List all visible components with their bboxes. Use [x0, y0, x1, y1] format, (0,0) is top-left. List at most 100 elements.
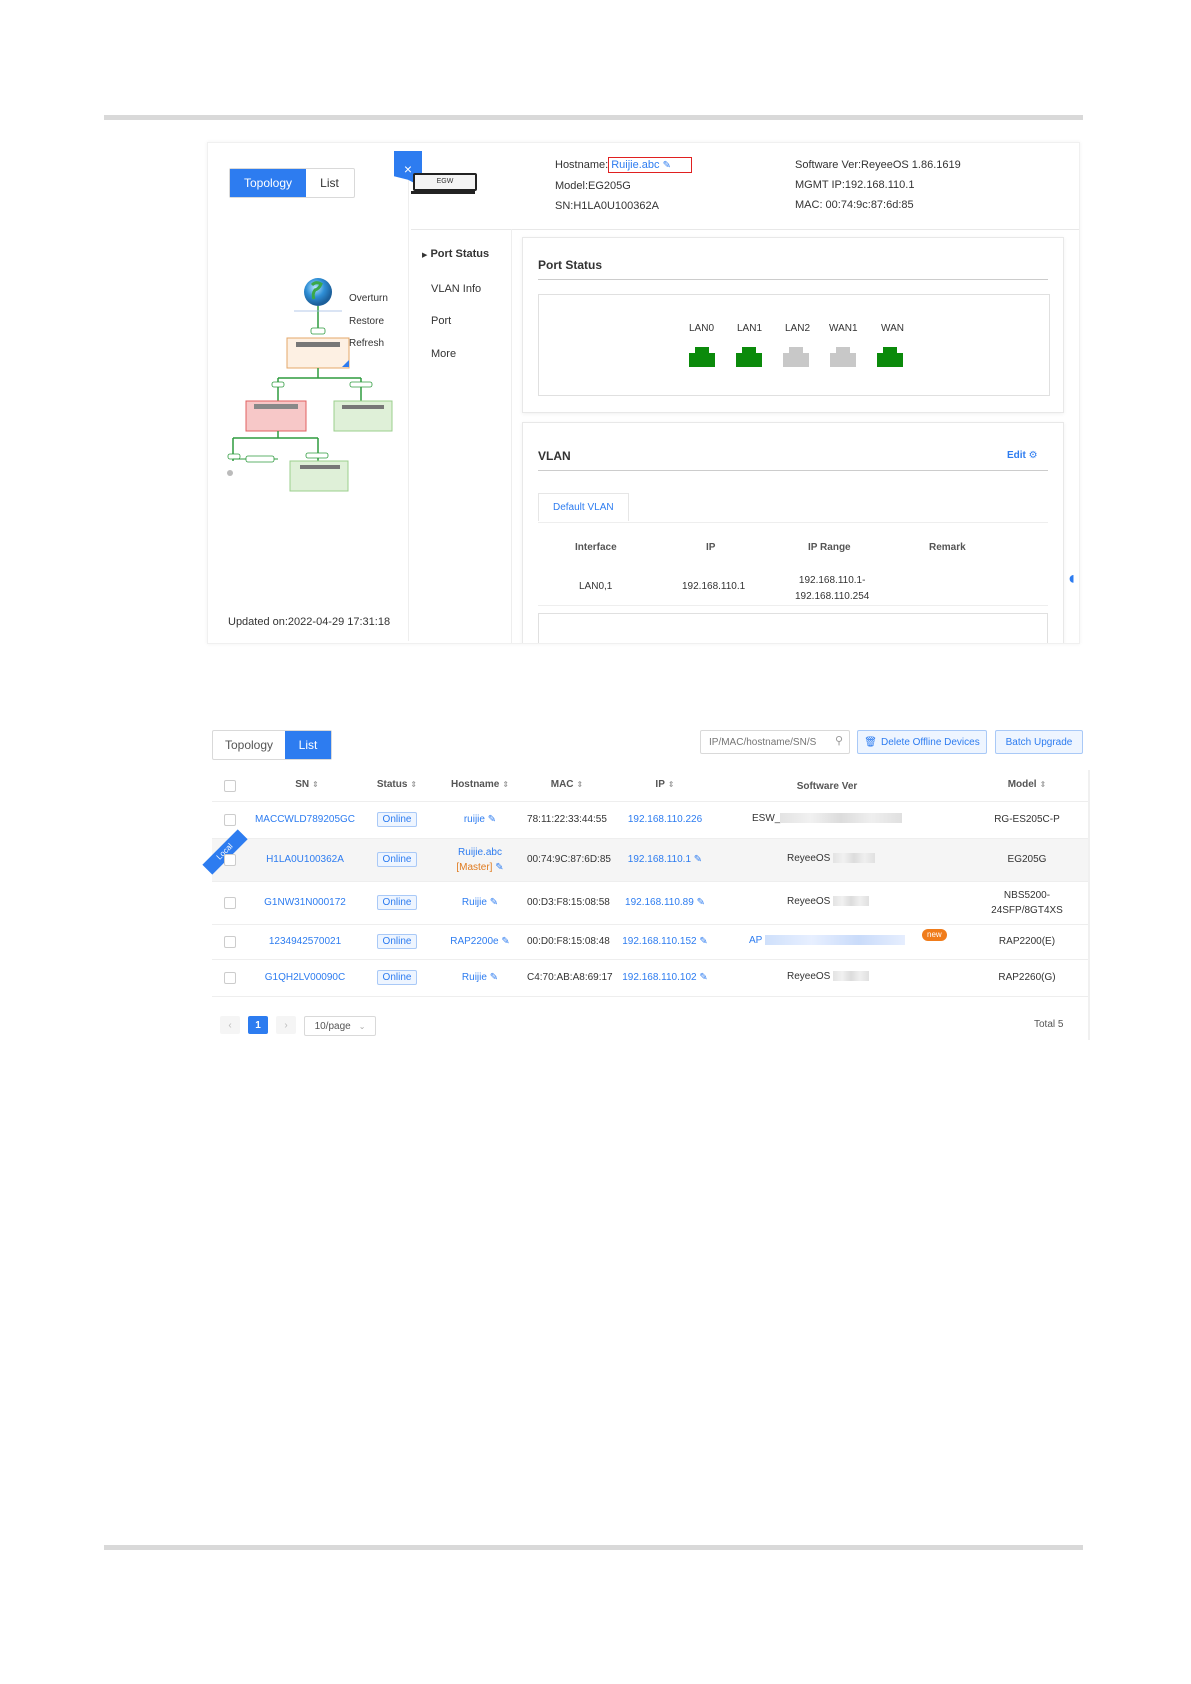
header-rule: [104, 115, 1083, 120]
search-icon[interactable]: ⚲: [835, 734, 843, 747]
status-badge: Online: [376, 970, 418, 985]
row-software: AP: [749, 935, 905, 946]
col-model[interactable]: Model ⇕: [977, 779, 1077, 790]
col-ip[interactable]: IP ⇕: [620, 779, 710, 790]
prev-page-button[interactable]: ‹: [220, 1016, 240, 1034]
hostname-value[interactable]: Ruijie.abc ✎: [608, 157, 692, 173]
row-model: RAP2260(G): [998, 972, 1056, 983]
tab-default-vlan[interactable]: Default VLAN: [538, 493, 629, 521]
row-ip[interactable]: 192.168.110.1 ✎: [620, 854, 710, 865]
row-sn[interactable]: MACCWLD789205GC: [250, 814, 360, 825]
vlan-edit-button[interactable]: Edit ⚙: [1007, 450, 1038, 461]
mgmt-ip: MGMT IP:192.168.110.1: [795, 179, 915, 191]
row-ip[interactable]: 192.168.110.89 ✎: [620, 897, 710, 908]
col-sn[interactable]: SN ⇕: [257, 779, 357, 790]
table-row[interactable]: 1234942570021 Online RAP2200e ✎ 00:D0:F8…: [212, 925, 1090, 960]
port-lan2-icon[interactable]: [783, 347, 809, 367]
col-status[interactable]: Status ⇕: [362, 779, 432, 790]
row-hostname[interactable]: ruijie ✎: [434, 814, 526, 825]
row-ip[interactable]: 192.168.110.226: [620, 814, 710, 825]
row-checkbox[interactable]: [224, 897, 236, 909]
edit-pen-icon[interactable]: ✎: [699, 936, 707, 947]
row-checkbox[interactable]: [224, 972, 236, 984]
menu-port[interactable]: Port: [422, 305, 489, 338]
row-sn[interactable]: G1QH2LV00090C: [250, 972, 360, 983]
row-hostname[interactable]: RAP2200e ✎: [434, 936, 526, 947]
sort-icon[interactable]: ⇕: [410, 780, 417, 789]
row-model: RAP2200(E): [998, 936, 1056, 947]
port-label-lan1: LAN1: [737, 323, 763, 334]
topology-overturn[interactable]: Overturn: [349, 288, 388, 311]
row-hostname[interactable]: Ruijie ✎: [434, 897, 526, 908]
edit-pen-icon[interactable]: ✎: [501, 936, 509, 947]
col-hostname[interactable]: Hostname ⇕: [434, 779, 526, 790]
device-search-input[interactable]: [707, 734, 829, 750]
topology-restore[interactable]: Restore: [349, 311, 388, 334]
port-lan1-icon[interactable]: [736, 347, 762, 367]
menu-more[interactable]: More: [422, 338, 489, 371]
row-model: RG-ES205C-P: [994, 814, 1060, 825]
vlan-cell-range: 192.168.110.1- 192.168.110.254: [795, 575, 870, 602]
table-row[interactable]: Local H1LA0U100362A Online Ruijie.abc [M…: [202, 829, 1090, 882]
next-page-button[interactable]: ›: [276, 1016, 296, 1034]
total-count: Total 5: [1034, 1019, 1064, 1030]
port-wan1-icon[interactable]: [830, 347, 856, 367]
row-software: ReyeeOS: [787, 971, 870, 982]
gear-icon: ⚙: [1028, 450, 1038, 461]
vlan-col-ip-range: IP Range: [808, 542, 851, 553]
row-ip[interactable]: 192.168.110.102 ✎: [614, 972, 716, 983]
edit-pen-icon[interactable]: ✎: [699, 972, 707, 983]
list-tab-list[interactable]: List: [285, 731, 331, 759]
row-hostname[interactable]: Ruijie ✎: [434, 972, 526, 983]
row-mac: 00:D3:F8:15:08:58: [527, 897, 610, 908]
device-model: Model:EG205G: [555, 180, 631, 192]
sort-icon[interactable]: ⇕: [668, 780, 675, 789]
edit-pen-icon[interactable]: ✎: [694, 854, 702, 865]
table-row[interactable]: G1QH2LV00090C Online Ruijie ✎ C4:70:AB:A…: [212, 960, 1090, 997]
row-sn[interactable]: 1234942570021: [250, 936, 360, 947]
col-software-ver: Software Ver: [796, 781, 858, 792]
menu-vlan-info[interactable]: VLAN Info: [422, 273, 489, 306]
port-lan0-icon[interactable]: [689, 347, 715, 367]
tab-topology[interactable]: Topology: [230, 169, 306, 197]
edit-pen-icon[interactable]: ✎: [697, 897, 705, 908]
row-sn[interactable]: H1LA0U100362A: [250, 854, 360, 865]
new-version-badge[interactable]: new: [922, 929, 947, 941]
table-row[interactable]: G1NW31N000172 Online Ruijie ✎ 00:D3:F8:1…: [212, 882, 1090, 925]
menu-port-status[interactable]: ▶ Port Status: [422, 238, 489, 273]
page-1-button[interactable]: 1: [248, 1016, 268, 1034]
page-size-select[interactable]: 10/page ⌄: [304, 1016, 376, 1036]
master-tag: [Master]: [456, 862, 493, 873]
help-icon[interactable]: ◖: [1066, 568, 1078, 598]
delete-offline-devices-button[interactable]: 🗑 Delete Offline Devices: [857, 730, 987, 754]
col-mac[interactable]: MAC ⇕: [527, 779, 607, 790]
list-tab-topology[interactable]: Topology: [213, 731, 285, 759]
select-all-checkbox[interactable]: [224, 780, 236, 792]
row-hostname[interactable]: Ruijie.abc [Master] ✎: [434, 845, 526, 875]
batch-upgrade-button[interactable]: Batch Upgrade: [995, 730, 1083, 754]
port-status-card: Port Status LAN0 LAN1 LAN2 WAN1 WAN: [522, 237, 1064, 413]
row-checkbox[interactable]: [224, 814, 236, 826]
sort-icon[interactable]: ⇕: [1040, 780, 1047, 789]
row-checkbox[interactable]: [224, 936, 236, 948]
software-version: Software Ver:ReyeeOS 1.86.1619: [795, 159, 961, 171]
table-row[interactable]: MACCWLD789205GC Online ruijie ✎ 78:11:22…: [212, 802, 1090, 839]
edit-pen-icon[interactable]: ✎: [490, 972, 498, 983]
edit-pen-icon[interactable]: ✎: [488, 814, 496, 825]
row-checkbox[interactable]: [224, 854, 236, 866]
port-wan-icon[interactable]: [877, 347, 903, 367]
edit-pen-icon[interactable]: ✎: [495, 862, 503, 873]
footer-rule: [104, 1545, 1083, 1550]
sort-icon[interactable]: ⇕: [502, 780, 509, 789]
row-ip[interactable]: 192.168.110.152 ✎: [614, 936, 716, 947]
sort-icon[interactable]: ⇕: [577, 780, 584, 789]
device-search-box[interactable]: ⚲: [700, 730, 850, 754]
sort-icon[interactable]: ⇕: [312, 780, 319, 789]
updated-time: Updated on:2022-04-29 17:31:18: [228, 616, 391, 628]
edit-pen-icon[interactable]: ✎: [663, 160, 671, 171]
row-sn[interactable]: G1NW31N000172: [250, 897, 360, 908]
tab-list[interactable]: List: [306, 169, 353, 197]
edit-pen-icon[interactable]: ✎: [490, 897, 498, 908]
topology-refresh[interactable]: Refresh: [349, 333, 388, 356]
vlan-cell-ip: 192.168.110.1: [682, 581, 746, 592]
